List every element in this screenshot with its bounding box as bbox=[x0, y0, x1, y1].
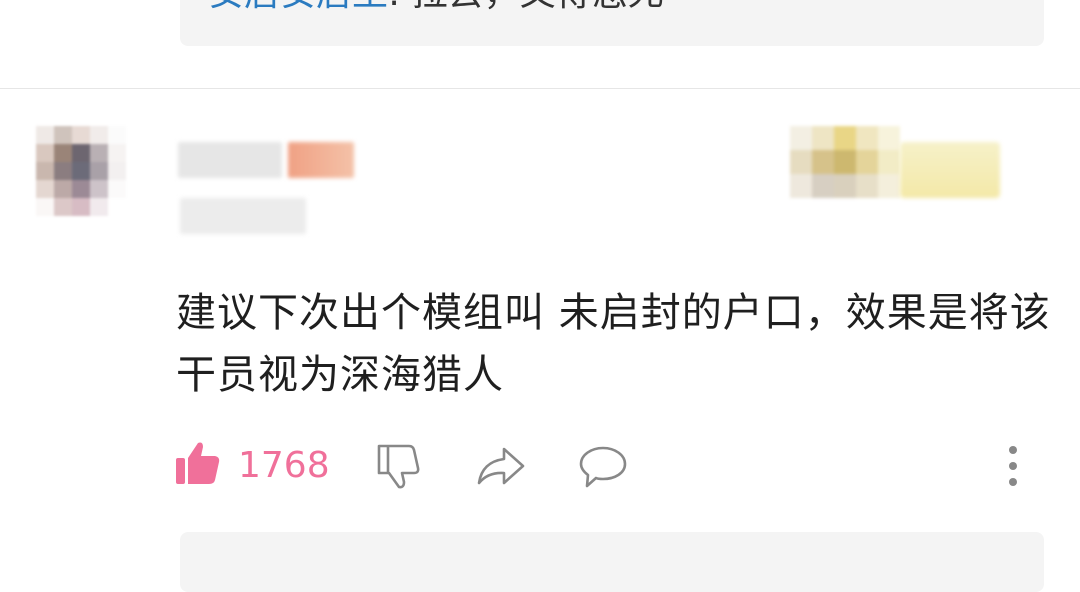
dislike-button[interactable] bbox=[376, 442, 422, 494]
comment-divider bbox=[0, 88, 1080, 89]
more-vertical-icon bbox=[1000, 444, 1026, 492]
share-icon bbox=[476, 446, 526, 490]
more-button[interactable] bbox=[1000, 444, 1026, 492]
previous-reply-text: 安居安居王: 拉去，又得怎死 bbox=[208, 0, 664, 16]
thumbs-up-icon bbox=[174, 440, 220, 490]
avatar[interactable] bbox=[36, 126, 126, 216]
thumbs-down-icon bbox=[376, 442, 422, 494]
fan-badge[interactable] bbox=[790, 126, 900, 198]
like-count: 1768 bbox=[238, 444, 330, 486]
username[interactable] bbox=[178, 142, 282, 178]
comment-bubble-icon bbox=[578, 444, 628, 494]
previous-reply-box[interactable]: 安居安居王: 拉去，又得怎死 bbox=[180, 0, 1044, 46]
comment-meta bbox=[180, 198, 306, 234]
comment-actions: 1768 bbox=[0, 436, 1080, 500]
user-level-badge bbox=[288, 142, 354, 178]
previous-reply-content: : 拉去，又得怎死 bbox=[388, 0, 664, 14]
share-button[interactable] bbox=[476, 446, 526, 490]
like-button[interactable]: 1768 bbox=[174, 440, 330, 490]
reply-button[interactable] bbox=[578, 444, 628, 494]
comment-text: 建议下次出个模组叫 未启封的户口，效果是将该干员视为深海猎人 bbox=[176, 290, 1051, 398]
fan-badge-label bbox=[900, 142, 1000, 198]
previous-reply-username[interactable]: 安居安居王 bbox=[208, 0, 388, 14]
replies-preview-box[interactable] bbox=[180, 532, 1044, 592]
